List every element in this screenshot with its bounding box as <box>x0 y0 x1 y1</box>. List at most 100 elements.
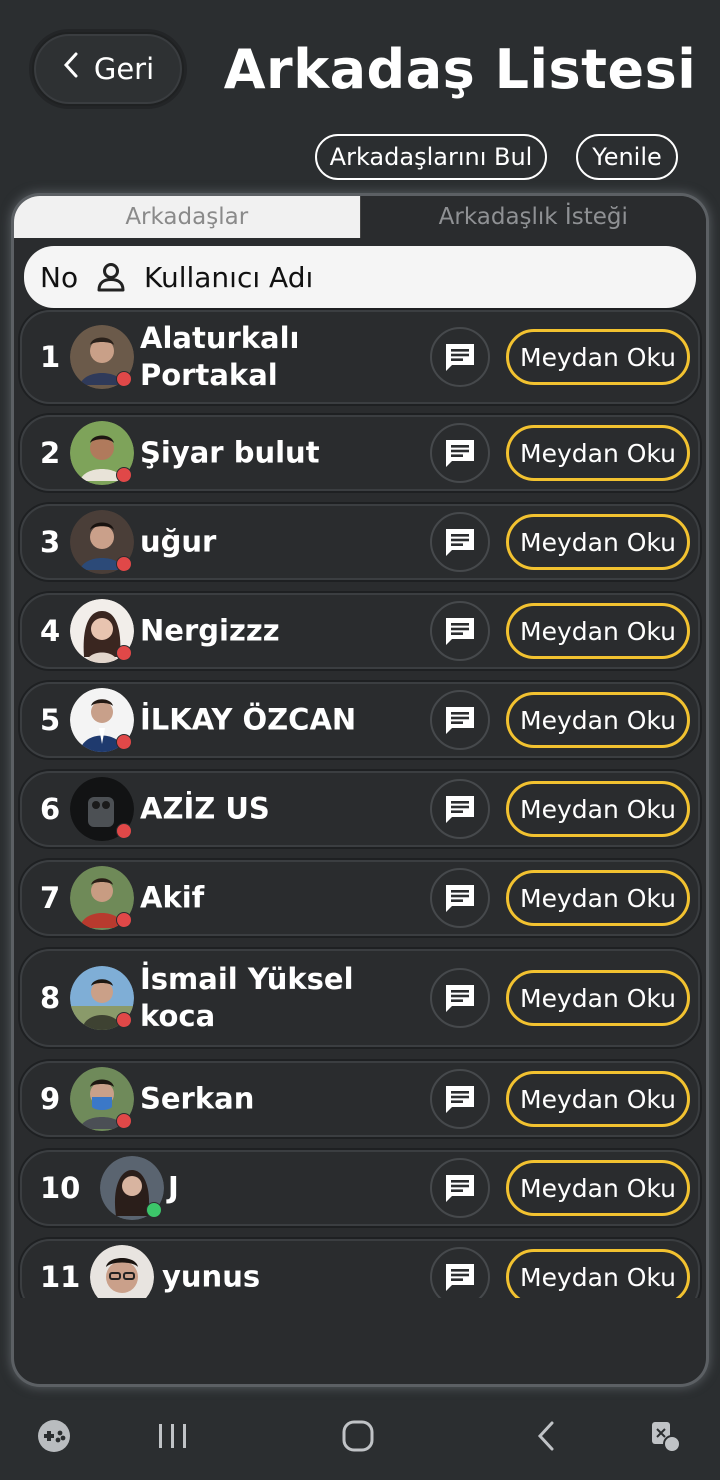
list-item: 3 uğur Meydan Oku <box>20 504 700 580</box>
recent-apps-icon[interactable] <box>156 1418 190 1458</box>
row-number: 1 <box>40 340 61 374</box>
friend-name: yunus <box>162 1259 261 1294</box>
status-dot <box>116 912 132 928</box>
challenge-button[interactable]: Meydan Oku <box>506 781 690 837</box>
message-icon <box>446 885 474 912</box>
list-item: 4 Nergizzz Meydan Oku <box>20 593 700 669</box>
message-button[interactable] <box>430 1069 490 1129</box>
message-icon <box>446 1264 474 1291</box>
message-button[interactable] <box>430 779 490 839</box>
row-number: 11 <box>40 1260 81 1294</box>
status-dot <box>116 467 132 483</box>
challenge-button[interactable]: Meydan Oku <box>506 425 690 481</box>
avatar[interactable] <box>70 510 134 574</box>
list-item: 8 İsmail Yüksel koca Meydan Oku <box>20 949 700 1047</box>
status-dot <box>116 1012 132 1028</box>
challenge-button[interactable]: Meydan Oku <box>506 1071 690 1127</box>
challenge-button[interactable]: Meydan Oku <box>506 870 690 926</box>
status-dot <box>116 1113 132 1129</box>
message-button[interactable] <box>430 868 490 928</box>
header-username: Kullanıcı Adı <box>144 260 314 294</box>
challenge-button[interactable]: Meydan Oku <box>506 514 690 570</box>
row-number: 5 <box>40 703 61 737</box>
message-icon <box>446 707 474 734</box>
friends-panel: Arkadaşlar Arkadaşlık İsteği No Kullanıc… <box>14 196 706 1384</box>
message-icon <box>446 1175 474 1202</box>
challenge-button[interactable]: Meydan Oku <box>506 692 690 748</box>
list-item: 10 J Meydan Oku <box>20 1150 700 1226</box>
avatar[interactable] <box>70 599 134 663</box>
tab-bar: Arkadaşlar Arkadaşlık İsteği <box>14 196 706 238</box>
avatar[interactable] <box>70 866 134 930</box>
avatar[interactable] <box>100 1156 164 1220</box>
friend-name: uğur <box>140 524 217 559</box>
back-label: Geri <box>93 52 155 86</box>
status-dot <box>116 556 132 572</box>
row-number: 3 <box>40 525 61 559</box>
status-dot <box>146 1202 162 1218</box>
friend-name: Akif <box>140 880 205 915</box>
friend-name: J <box>168 1170 179 1205</box>
list-item: 6 AZİZ US Meydan Oku <box>20 771 700 847</box>
message-button[interactable] <box>430 327 490 387</box>
message-icon <box>446 440 474 467</box>
header-no: No <box>40 260 79 294</box>
status-dot <box>116 371 132 387</box>
table-header: No Kullanıcı Adı <box>24 246 696 308</box>
message-icon <box>446 796 474 823</box>
back-icon[interactable] <box>530 1418 564 1458</box>
row-number: 4 <box>40 614 61 648</box>
assistant-icon[interactable] <box>648 1418 684 1458</box>
avatar[interactable] <box>90 1245 154 1298</box>
avatar[interactable] <box>70 777 134 841</box>
message-icon <box>446 618 474 645</box>
status-dot <box>116 734 132 750</box>
friend-name: Alaturkalı Portakal <box>140 321 300 392</box>
message-button[interactable] <box>430 512 490 572</box>
user-icon <box>94 260 128 294</box>
message-button[interactable] <box>430 1247 490 1298</box>
message-button[interactable] <box>430 1158 490 1218</box>
friend-name: İLKAY ÖZCAN <box>140 702 357 737</box>
friend-name: Nergizzz <box>140 613 280 648</box>
refresh-button[interactable]: Yenile <box>576 134 678 180</box>
tab-friends[interactable]: Arkadaşlar <box>14 196 360 238</box>
message-button[interactable] <box>430 690 490 750</box>
list-item: 11 yunus Meydan Oku <box>20 1239 700 1298</box>
message-icon <box>446 529 474 556</box>
challenge-button[interactable]: Meydan Oku <box>506 603 690 659</box>
message-button[interactable] <box>430 601 490 661</box>
avatar[interactable] <box>70 325 134 389</box>
friend-name: Şiyar bulut <box>140 435 320 470</box>
list-item: 9 Serkan Meydan Oku <box>20 1061 700 1137</box>
status-dot <box>116 823 132 839</box>
message-button[interactable] <box>430 423 490 483</box>
row-number: 2 <box>40 436 61 470</box>
row-number: 9 <box>40 1082 61 1116</box>
friend-name: İsmail Yüksel koca <box>140 962 354 1033</box>
list-item: 7 Akif Meydan Oku <box>20 860 700 936</box>
avatar[interactable] <box>70 421 134 485</box>
list-item: 5 İLKAY ÖZCAN Meydan Oku <box>20 682 700 758</box>
challenge-button[interactable]: Meydan Oku <box>506 970 690 1026</box>
system-navbar <box>0 1400 720 1480</box>
friends-list[interactable]: 1 Alaturkalı Portakal Meydan Oku 2 Şiyar… <box>14 308 706 1298</box>
avatar[interactable] <box>70 1067 134 1131</box>
tab-friend-requests[interactable]: Arkadaşlık İsteği <box>359 196 706 238</box>
back-button[interactable]: Geri <box>32 32 184 106</box>
challenge-button[interactable]: Meydan Oku <box>506 1160 690 1216</box>
message-icon <box>446 1086 474 1113</box>
chevron-left-icon <box>62 50 80 86</box>
friend-name: AZİZ US <box>140 791 270 826</box>
message-button[interactable] <box>430 968 490 1028</box>
list-item: 2 Şiyar bulut Meydan Oku <box>20 415 700 491</box>
home-icon[interactable] <box>340 1418 376 1458</box>
friend-name: Serkan <box>140 1081 255 1116</box>
find-friends-button[interactable]: Arkadaşlarını Bul <box>315 134 547 180</box>
game-launcher-icon[interactable] <box>36 1418 72 1458</box>
challenge-button[interactable]: Meydan Oku <box>506 329 690 385</box>
message-icon <box>446 985 474 1012</box>
avatar[interactable] <box>70 688 134 752</box>
challenge-button[interactable]: Meydan Oku <box>506 1249 690 1298</box>
avatar[interactable] <box>70 966 134 1030</box>
